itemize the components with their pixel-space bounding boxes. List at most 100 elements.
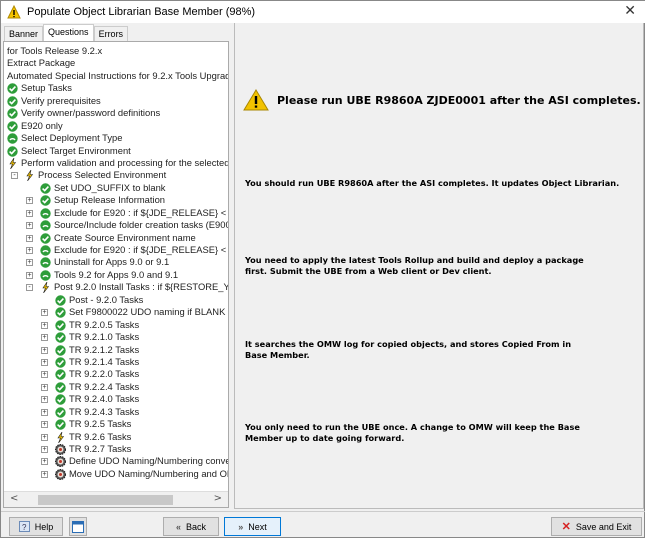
tree-item[interactable]: + Uninstall for Apps 9.0 or 9.1: [4, 256, 228, 269]
tree-item[interactable]: Select Target Environment: [4, 145, 228, 157]
check-status-icon: [7, 120, 18, 132]
horizontal-scrollbar[interactable]: < >: [4, 491, 228, 507]
questions-tree-panel: for Tools Release 9.2.x Extract Package Au…: [3, 41, 229, 508]
tab-bar: Banner Questions Errors: [4, 24, 129, 42]
calendar-button[interactable]: [69, 517, 87, 536]
tree-item-label: TR 9.2.4.3 Tasks: [69, 405, 140, 417]
collapse-toggle[interactable]: -: [26, 284, 33, 292]
expand-toggle[interactable]: +: [41, 470, 48, 478]
check-status-icon: [55, 394, 66, 405]
tree-item[interactable]: Extract Package: [4, 57, 228, 69]
scrollbar-thumb[interactable]: [38, 495, 173, 505]
check-status-icon: [55, 382, 66, 393]
next-button[interactable]: » Next: [224, 517, 281, 536]
expand-toggle[interactable]: +: [41, 346, 48, 354]
tree-item[interactable]: + TR 9.2.1.2 Tasks: [4, 343, 228, 356]
expand-toggle[interactable]: +: [41, 321, 48, 329]
tree-item-label: Automated Special Instructions for 9.2.x…: [7, 69, 229, 81]
tree-item[interactable]: + Set F9800022 UDO naming if BLANK: [4, 306, 228, 318]
tree-item[interactable]: + TR 9.2.4.3 Tasks: [4, 405, 228, 418]
scroll-left-arrow[interactable]: <: [10, 493, 18, 504]
expand-toggle[interactable]: +: [41, 383, 48, 391]
tree-item[interactable]: + Exclude for E920 : if ${JDE_RELEASE} < …: [4, 244, 228, 256]
tree-item-label: TR 9.2.1.2 Tasks: [69, 343, 140, 355]
tree-item[interactable]: + TR 9.2.2.4 Tasks: [4, 381, 228, 393]
check-status-icon: [7, 108, 18, 119]
tree-item-label: Perform validation and processing for th…: [21, 156, 229, 168]
tree-item-label: Exclude for E920 : if ${JDE_RELEASE} < E…: [54, 206, 228, 218]
tab-errors[interactable]: Errors: [93, 26, 129, 42]
tree-item[interactable]: + Tools 9.2 for Apps 9.0 and 9.1: [4, 268, 228, 281]
tree-item[interactable]: - Process Selected Environment: [4, 169, 228, 182]
tree-item[interactable]: + Define UDO Naming/Numbering convention …: [4, 455, 228, 468]
tree-item-label: TR 9.2.1.0 Tasks: [69, 331, 140, 343]
tree-item[interactable]: Verify prerequisites: [4, 95, 228, 107]
tree-item[interactable]: + Move UDO Naming/Numbering and OMW rules: [4, 468, 228, 480]
tree-item[interactable]: E920 only: [4, 120, 228, 132]
collapse-toggle[interactable]: -: [11, 172, 18, 180]
expand-toggle[interactable]: +: [41, 334, 48, 342]
tree-item[interactable]: + TR 9.2.5 Tasks: [4, 418, 228, 430]
pending-status-icon: [55, 444, 66, 455]
tree-item-label: Setup Tasks: [21, 82, 72, 94]
tree-item[interactable]: Automated Special Instructions for 9.2.x…: [4, 69, 229, 82]
expand-toggle[interactable]: +: [26, 234, 33, 242]
tree-item[interactable]: + Source/Include folder creation tasks (E…: [4, 219, 229, 231]
save-and-exit-button[interactable]: ✕ Save and Exit: [551, 517, 642, 536]
partial-status-icon: [40, 220, 51, 231]
back-label: Back: [186, 521, 207, 532]
tree-item[interactable]: Perform validation and processing for th…: [4, 156, 229, 170]
check-status-icon: [7, 145, 18, 157]
expand-toggle[interactable]: +: [26, 259, 33, 267]
tab-questions[interactable]: Questions: [43, 24, 94, 42]
tree-item[interactable]: + TR 9.2.1.0 Tasks: [4, 331, 228, 343]
tree-item[interactable]: Setup Tasks: [4, 82, 228, 95]
tree-item-label: TR 9.2.1.4 Tasks: [69, 355, 140, 367]
pending-status-icon: [55, 456, 66, 468]
next-label: Next: [248, 521, 267, 532]
back-button[interactable]: « Back: [163, 517, 219, 536]
expand-toggle[interactable]: +: [41, 309, 48, 317]
tree-item-label: Tools 9.2 for Apps 9.0 and 9.1: [54, 268, 179, 280]
help-button[interactable]: ? Help: [9, 517, 63, 536]
tree-item-label: Uninstall for Apps 9.0 or 9.1: [54, 256, 170, 268]
tree-item[interactable]: + Setup Release Information: [4, 194, 228, 206]
expand-toggle[interactable]: +: [41, 446, 48, 453]
expand-toggle[interactable]: +: [26, 197, 33, 205]
tree-item[interactable]: + TR 9.2.7 Tasks: [4, 443, 228, 455]
tree-item[interactable]: + TR 9.2.1.4 Tasks: [4, 355, 228, 368]
expand-toggle[interactable]: +: [41, 358, 48, 366]
tree-item[interactable]: Verify owner/password definitions: [4, 107, 228, 119]
tree-item[interactable]: + TR 9.2.2.0 Tasks: [4, 368, 228, 381]
tree-item[interactable]: + Exclude for E920 : if ${JDE_RELEASE} < …: [4, 206, 228, 219]
tree-item-label: TR 9.2.6 Tasks: [69, 430, 132, 442]
expand-toggle[interactable]: +: [26, 247, 33, 254]
check-status-icon: [55, 344, 66, 356]
tree-item[interactable]: + Create Source Environment name: [4, 232, 228, 244]
expand-toggle[interactable]: +: [41, 408, 48, 416]
tree-item-label: TR 9.2.5 Tasks: [69, 418, 132, 430]
tree-item[interactable]: Set UDO_SUFFIX to blank: [4, 182, 228, 194]
check-status-icon: [55, 332, 66, 343]
expand-toggle[interactable]: +: [41, 396, 48, 404]
tree-item[interactable]: + TR 9.2.4.0 Tasks: [4, 393, 228, 405]
scroll-right-arrow[interactable]: >: [214, 493, 222, 504]
tree-item[interactable]: - Post 9.2.0 Install Tasks : if ${RESTORE…: [4, 281, 228, 294]
tab-banner[interactable]: Banner: [4, 26, 44, 42]
expand-toggle[interactable]: +: [41, 433, 48, 441]
tree-item-label: for Tools Release 9.2.x: [7, 45, 103, 56]
expand-toggle[interactable]: +: [26, 222, 33, 230]
paragraph-2: You need to apply the latest Tools Rollu…: [245, 255, 584, 276]
tree-item[interactable]: for Tools Release 9.2.x: [4, 45, 228, 57]
expand-toggle[interactable]: +: [26, 209, 33, 217]
tree-item[interactable]: + TR 9.2.0.5 Tasks: [4, 319, 228, 331]
tree-item-label: Source/Include folder creation tasks (E9…: [54, 219, 229, 231]
tree-item[interactable]: + TR 9.2.6 Tasks: [4, 430, 228, 443]
expand-toggle[interactable]: +: [41, 421, 48, 429]
close-button[interactable]: ✕: [624, 3, 636, 19]
expand-toggle[interactable]: +: [26, 271, 33, 279]
tree-item[interactable]: Post - 9.2.0 Tasks: [4, 294, 228, 306]
expand-toggle[interactable]: +: [41, 371, 48, 379]
expand-toggle[interactable]: +: [41, 458, 48, 466]
tree-item[interactable]: Select Deployment Type: [4, 132, 228, 144]
